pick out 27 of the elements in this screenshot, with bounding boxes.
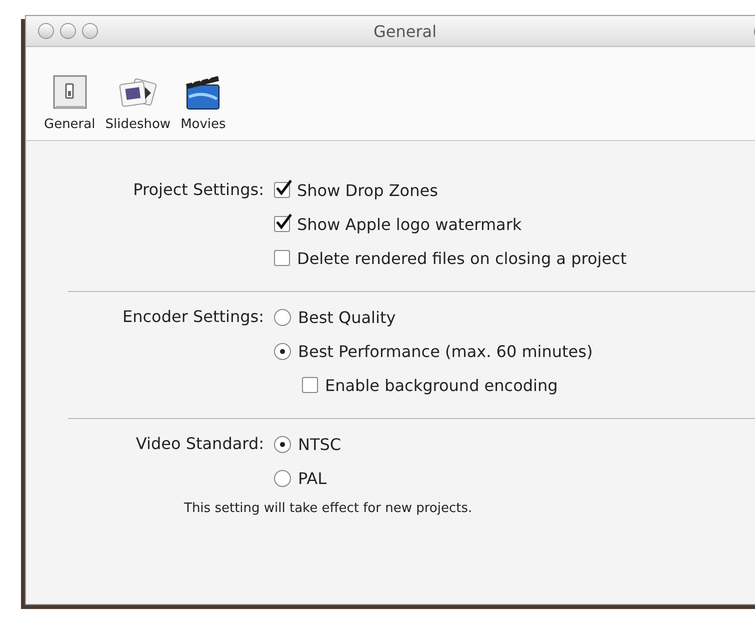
checkbox[interactable] xyxy=(274,216,290,232)
radio-label[interactable]: PAL xyxy=(298,468,326,488)
checkbox-label[interactable]: Delete rendered files on closing a project xyxy=(297,248,627,268)
section-label: Project Settings: xyxy=(132,179,264,201)
radio-label[interactable]: Best Performance (max. 60 minutes) xyxy=(298,342,593,360)
section-label: Encoder Settings: xyxy=(121,306,264,328)
checkbox[interactable] xyxy=(274,250,290,266)
radio-button[interactable] xyxy=(274,342,291,360)
checkbox-label[interactable]: Enable background encoding xyxy=(325,376,558,394)
toolbar-item[interactable]: Slideshow xyxy=(103,73,173,132)
info-note: This setting will take effect for new projects. xyxy=(184,501,474,516)
toolbar-item[interactable]: General xyxy=(42,73,98,132)
section-label: Video Standard: xyxy=(134,433,264,455)
radio-button[interactable] xyxy=(274,436,291,452)
radio-button[interactable] xyxy=(274,308,291,326)
zoom-button[interactable] xyxy=(82,23,98,39)
radio-label[interactable]: Best Quality xyxy=(298,308,396,326)
close-button[interactable] xyxy=(38,23,54,39)
radio-button[interactable] xyxy=(274,470,291,486)
minimize-button[interactable] xyxy=(60,23,76,39)
toolbar-item[interactable]: Movies xyxy=(178,73,228,132)
checkbox-label[interactable]: Show Drop Zones xyxy=(297,180,438,200)
radio-label[interactable]: NTSC xyxy=(298,434,342,454)
window-title: General xyxy=(373,22,437,40)
checkbox[interactable] xyxy=(302,377,318,393)
checkbox-label[interactable]: Show Apple logo watermark xyxy=(297,214,522,234)
checkbox[interactable] xyxy=(274,182,290,198)
